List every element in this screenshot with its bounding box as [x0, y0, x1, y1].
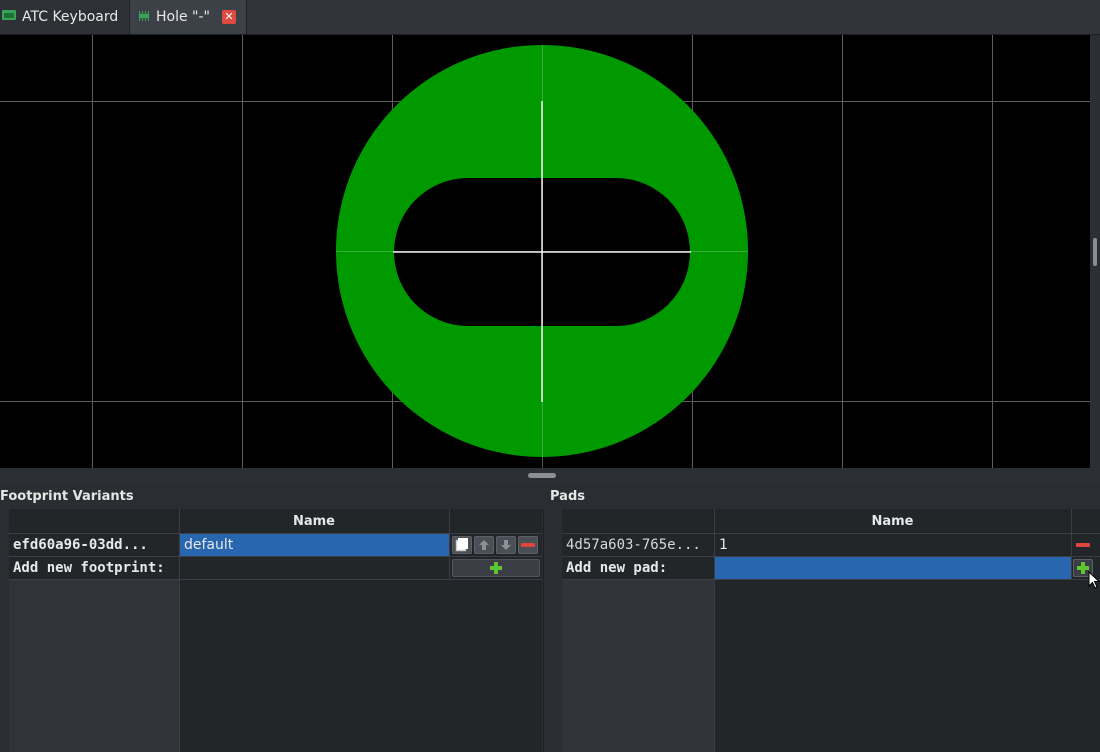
move-down-button[interactable] [496, 536, 516, 554]
footprint-name-header: Name [292, 513, 335, 529]
copy-footprint-button[interactable] [452, 536, 472, 554]
arrow-down-icon [501, 540, 511, 550]
pads-title: Pads [550, 489, 585, 504]
splitter-handle[interactable] [0, 468, 1100, 484]
footprint-variants-title: Footprint Variants [0, 489, 134, 504]
tab-bar: ATC Keyboard Hole "-" ✕ [0, 0, 1100, 35]
tab-label: ATC Keyboard [22, 9, 119, 25]
library-icon [2, 9, 16, 25]
move-up-button[interactable] [474, 536, 494, 554]
tab-hole[interactable]: Hole "-" ✕ [129, 0, 247, 34]
close-icon[interactable]: ✕ [222, 10, 236, 24]
remove-pad-button[interactable] [1073, 536, 1093, 554]
tab-atc-keyboard[interactable]: ATC Keyboard [0, 0, 128, 34]
canvas-scrollbar[interactable] [1090, 35, 1100, 468]
scrollbar-handle[interactable] [1093, 238, 1097, 266]
add-footprint-label: Add new footprint: [13, 560, 165, 576]
footprint-variants-table: Name efd60a96-03dd... default Add new fo… [9, 509, 542, 752]
arrow-up-icon [479, 540, 489, 550]
minus-icon [521, 543, 535, 547]
remove-footprint-button[interactable] [518, 536, 538, 554]
canvas-drawing [0, 35, 1090, 468]
copy-icon [455, 538, 468, 552]
add-footprint-button[interactable] [452, 559, 540, 577]
footprint-uuid: efd60a96-03dd... [13, 537, 148, 553]
pads-table: Name 4d57a603-765e... 1 Add new pad: [562, 509, 1100, 752]
minus-icon [1076, 543, 1090, 547]
footprint-canvas[interactable] [0, 35, 1090, 468]
new-footprint-name-field[interactable] [180, 557, 449, 579]
footprint-name-field[interactable]: default [180, 534, 449, 556]
splitter-grip[interactable] [528, 473, 556, 478]
new-pad-name-field[interactable] [715, 557, 1071, 579]
pad-name-field[interactable]: 1 [719, 534, 1069, 556]
component-icon [138, 9, 150, 25]
tab-label: Hole "-" [156, 9, 210, 25]
pad-uuid: 4d57a603-765e... [566, 537, 701, 553]
plus-icon [490, 562, 502, 574]
pad-name-header: Name [871, 513, 914, 529]
mouse-cursor-icon [1088, 571, 1100, 589]
add-pad-label: Add new pad: [566, 560, 668, 576]
